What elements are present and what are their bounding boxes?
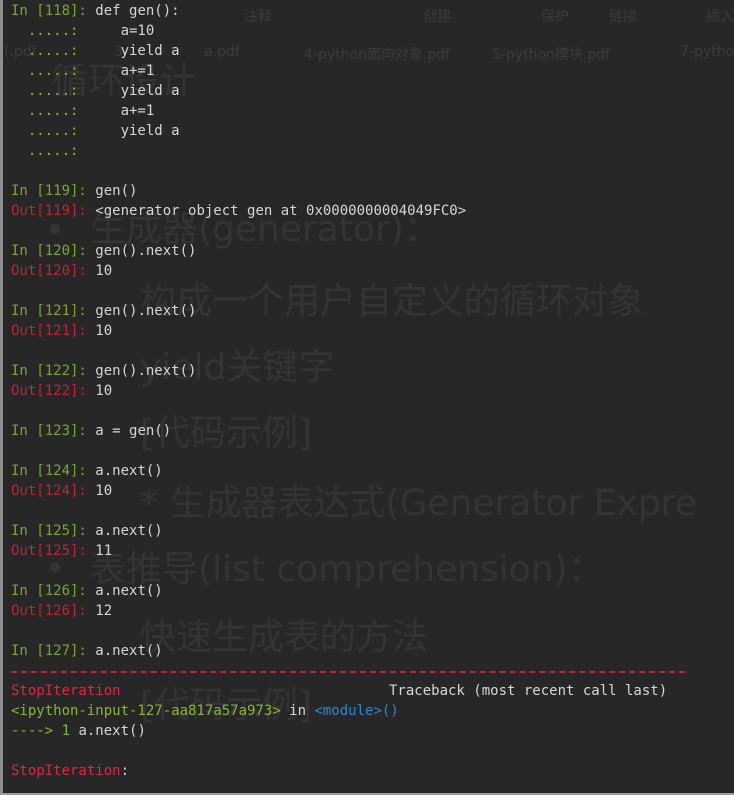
out-prompt: Out[124]:: [11, 483, 96, 499]
out-prompt: Out[119]:: [11, 203, 96, 219]
final-error-name: StopIteration: [11, 763, 121, 779]
arrow-marker: ----> 1: [11, 723, 79, 739]
in-line: In [123]: a = gen(): [11, 421, 731, 441]
in-line: In [125]: a.next(): [11, 521, 731, 541]
traceback-separator: [11, 661, 731, 681]
continuation-prompt: .....:: [11, 103, 87, 119]
out-line: Out[122]: 10: [11, 381, 731, 401]
input-code[interactable]: a.next(): [95, 583, 162, 599]
cont-line: .....: a+=1: [11, 61, 731, 81]
cont-line: .....: a+=1: [11, 101, 731, 121]
continuation-prompt: .....:: [11, 83, 87, 99]
input-code[interactable]: gen().next(): [95, 243, 196, 259]
in-line: In [124]: a.next(): [11, 461, 731, 481]
input-code[interactable]: a = gen(): [95, 423, 171, 439]
error-name: StopIteration: [11, 683, 121, 699]
in-prompt: In [127]:: [11, 643, 96, 659]
in-line: In [127]: a.next(): [11, 641, 731, 661]
console-output[interactable]: In [118]: def gen(): .....: a=10 .....: …: [11, 1, 731, 781]
out-line: Out[125]: 11: [11, 541, 731, 561]
continuation-prompt: .....:: [11, 43, 87, 59]
output-value: 10: [95, 263, 113, 279]
out-line: Out[119]: <generator object gen at 0x000…: [11, 201, 731, 221]
traceback-source: <ipython-input-127-aa817a57a973> in <mod…: [11, 701, 731, 721]
arrow-code: a.next(): [78, 723, 146, 739]
in-prompt: In [124]:: [11, 463, 96, 479]
input-code[interactable]: gen().next(): [95, 303, 196, 319]
in-prompt: In [119]:: [11, 183, 96, 199]
input-code[interactable]: yield a: [87, 43, 180, 59]
in-line: In [119]: gen(): [11, 181, 731, 201]
in-prompt: In [122]:: [11, 363, 96, 379]
out-line: Out[120]: 10: [11, 261, 731, 281]
in-prompt: In [125]:: [11, 523, 96, 539]
in-prompt: In [123]:: [11, 423, 96, 439]
input-code[interactable]: gen().next(): [95, 363, 196, 379]
output-value: 10: [95, 383, 113, 399]
output-value: 10: [95, 323, 113, 339]
out-line: Out[124]: 10: [11, 481, 731, 501]
in-word: in: [280, 703, 315, 719]
final-colon: :: [120, 763, 130, 779]
output-value: 10: [95, 483, 113, 499]
in-prompt: In [126]:: [11, 583, 96, 599]
continuation-prompt: .....:: [11, 123, 87, 139]
in-line: In [121]: gen().next(): [11, 301, 731, 321]
module-name: <module>(): [314, 703, 399, 719]
continuation-prompt: .....:: [11, 143, 87, 159]
input-code[interactable]: a=10: [87, 23, 155, 39]
out-prompt: Out[125]:: [11, 543, 96, 559]
in-line: In [122]: gen().next(): [11, 361, 731, 381]
final-error: StopIteration:: [11, 761, 731, 781]
out-prompt: Out[121]:: [11, 323, 96, 339]
input-code[interactable]: a.next(): [95, 523, 162, 539]
output-value: <generator object gen at 0x0000000004049…: [95, 203, 467, 219]
traceback-header: StopIteration Traceback (most recent call…: [11, 681, 731, 701]
in-prompt: In [118]:: [11, 3, 96, 19]
input-code[interactable]: yield a: [87, 123, 180, 139]
input-code[interactable]: gen(): [95, 183, 137, 199]
out-line: Out[126]: 12: [11, 601, 731, 621]
output-value: 11: [95, 543, 113, 559]
input-code[interactable]: a+=1: [87, 63, 155, 79]
cont-line: .....: a=10: [11, 21, 731, 41]
in-prompt: In [121]:: [11, 303, 96, 319]
out-line: Out[121]: 10: [11, 321, 731, 341]
cont-line: .....: yield a: [11, 81, 731, 101]
traceback-arrow-line: ----> 1 a.next(): [11, 721, 731, 741]
source-link[interactable]: <ipython-input-127-aa817a57a973>: [11, 703, 281, 719]
input-code[interactable]: yield a: [87, 83, 180, 99]
out-prompt: Out[126]:: [11, 603, 96, 619]
in-prompt: In [120]:: [11, 243, 96, 259]
window-left-border: [0, 0, 3, 795]
input-code[interactable]: a.next(): [95, 463, 162, 479]
input-code[interactable]: a+=1: [87, 103, 155, 119]
in-line: In [118]: def gen():: [11, 1, 731, 21]
input-code[interactable]: def gen():: [95, 3, 179, 19]
out-prompt: Out[122]:: [11, 383, 96, 399]
cont-line: .....: yield a: [11, 121, 731, 141]
cont-line: .....: yield a: [11, 41, 731, 61]
ipython-console: 注释 创建 保护 链接 插入 (.pdf 3- a.pdf 4-python面向…: [0, 0, 734, 795]
cont-line: .....:: [11, 141, 731, 161]
in-line: In [126]: a.next(): [11, 581, 731, 601]
continuation-prompt: .....:: [11, 23, 87, 39]
out-prompt: Out[120]:: [11, 263, 96, 279]
in-line: In [120]: gen().next(): [11, 241, 731, 261]
traceback-label: Traceback (most recent call last): [389, 683, 668, 699]
continuation-prompt: .....:: [11, 63, 87, 79]
output-value: 12: [95, 603, 113, 619]
input-code[interactable]: a.next(): [95, 643, 162, 659]
